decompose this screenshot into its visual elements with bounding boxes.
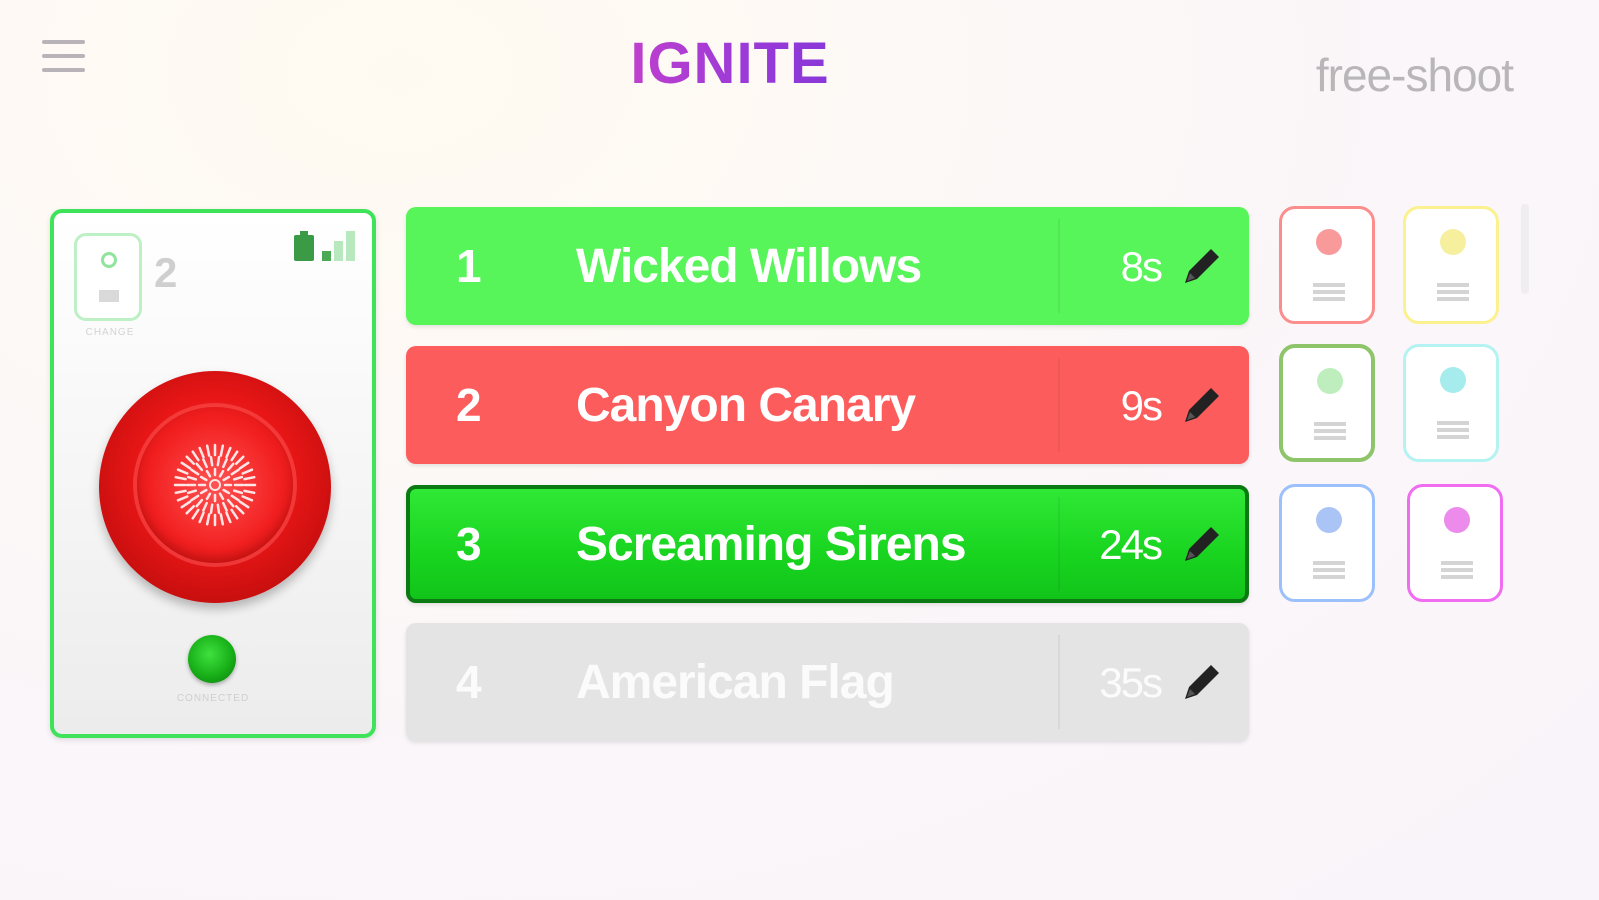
firework-burst-icon	[173, 443, 257, 527]
channel-number: 2	[154, 249, 178, 296]
connection-status-led	[188, 635, 236, 683]
channel-dot	[1440, 367, 1466, 393]
sequence-number: 3	[456, 518, 482, 570]
sequence-name: Canyon Canary	[576, 379, 916, 432]
hamburger-menu-icon[interactable]	[42, 38, 86, 74]
channel-dot	[1440, 229, 1466, 255]
channel-lines-icon	[1313, 561, 1345, 579]
app-logo: IGNITE	[560, 28, 900, 98]
channel-tile-2[interactable]	[1403, 206, 1499, 324]
channel-dot	[1316, 229, 1342, 255]
channel-lines-icon	[1441, 561, 1473, 579]
sequence-name: Wicked Willows	[576, 240, 922, 293]
sequence-duration: 24s	[1099, 521, 1163, 568]
sequence-row-3[interactable]: 3 Screaming Sirens 24s	[406, 485, 1249, 603]
fire-button[interactable]	[99, 371, 331, 603]
pencil-icon[interactable]	[1177, 380, 1227, 430]
channel-dot	[1316, 507, 1342, 533]
row-divider	[1058, 635, 1060, 729]
scrollbar[interactable]	[1521, 204, 1529, 294]
mode-label[interactable]: free-shoot	[1316, 48, 1514, 102]
row-divider	[1058, 358, 1060, 452]
sequence-duration: 8s	[1120, 243, 1163, 290]
sequence-number: 4	[456, 656, 482, 708]
channel-lines-icon	[1314, 422, 1346, 440]
sequence-name: American Flag	[576, 656, 895, 709]
sequence-row-1[interactable]: 1 Wicked Willows 8s	[406, 207, 1249, 325]
channel-tile-4[interactable]	[1403, 344, 1499, 462]
channel-lines-icon	[1437, 283, 1469, 301]
channel-dot	[1444, 507, 1470, 533]
channel-tile-5[interactable]	[1279, 484, 1375, 602]
channel-tile-6[interactable]	[1407, 484, 1503, 602]
fire-button-center	[137, 407, 293, 563]
sequence-row-2[interactable]: 2 Canyon Canary 9s	[406, 346, 1249, 464]
sequence-number: 2	[456, 379, 482, 431]
signal-icon	[322, 229, 356, 261]
sequence-duration: 35s	[1099, 659, 1163, 706]
channel-tile-3[interactable]	[1279, 344, 1375, 462]
pencil-icon[interactable]	[1177, 519, 1227, 569]
channel-tile-1[interactable]	[1279, 206, 1375, 324]
sequence-number: 1	[456, 240, 482, 292]
channel-caption: CHANGE	[85, 327, 135, 338]
pencil-icon[interactable]	[1177, 241, 1227, 291]
channel-lines-icon	[1313, 283, 1345, 301]
controller-card: 2 CHANGE CONNECTED	[50, 209, 376, 738]
battery-icon	[294, 231, 314, 261]
row-divider	[1058, 219, 1060, 313]
channel-lines-icon	[1437, 421, 1469, 439]
row-divider	[1058, 497, 1060, 591]
channel-device-icon[interactable]	[74, 233, 142, 321]
channel-dot	[1317, 368, 1343, 394]
sequence-name: Screaming Sirens	[576, 518, 967, 571]
sequence-row-4[interactable]: 4 American Flag 35s	[406, 623, 1249, 741]
pencil-icon[interactable]	[1177, 657, 1227, 707]
connection-status-caption: CONNECTED	[176, 693, 250, 704]
sequence-duration: 9s	[1120, 382, 1163, 429]
